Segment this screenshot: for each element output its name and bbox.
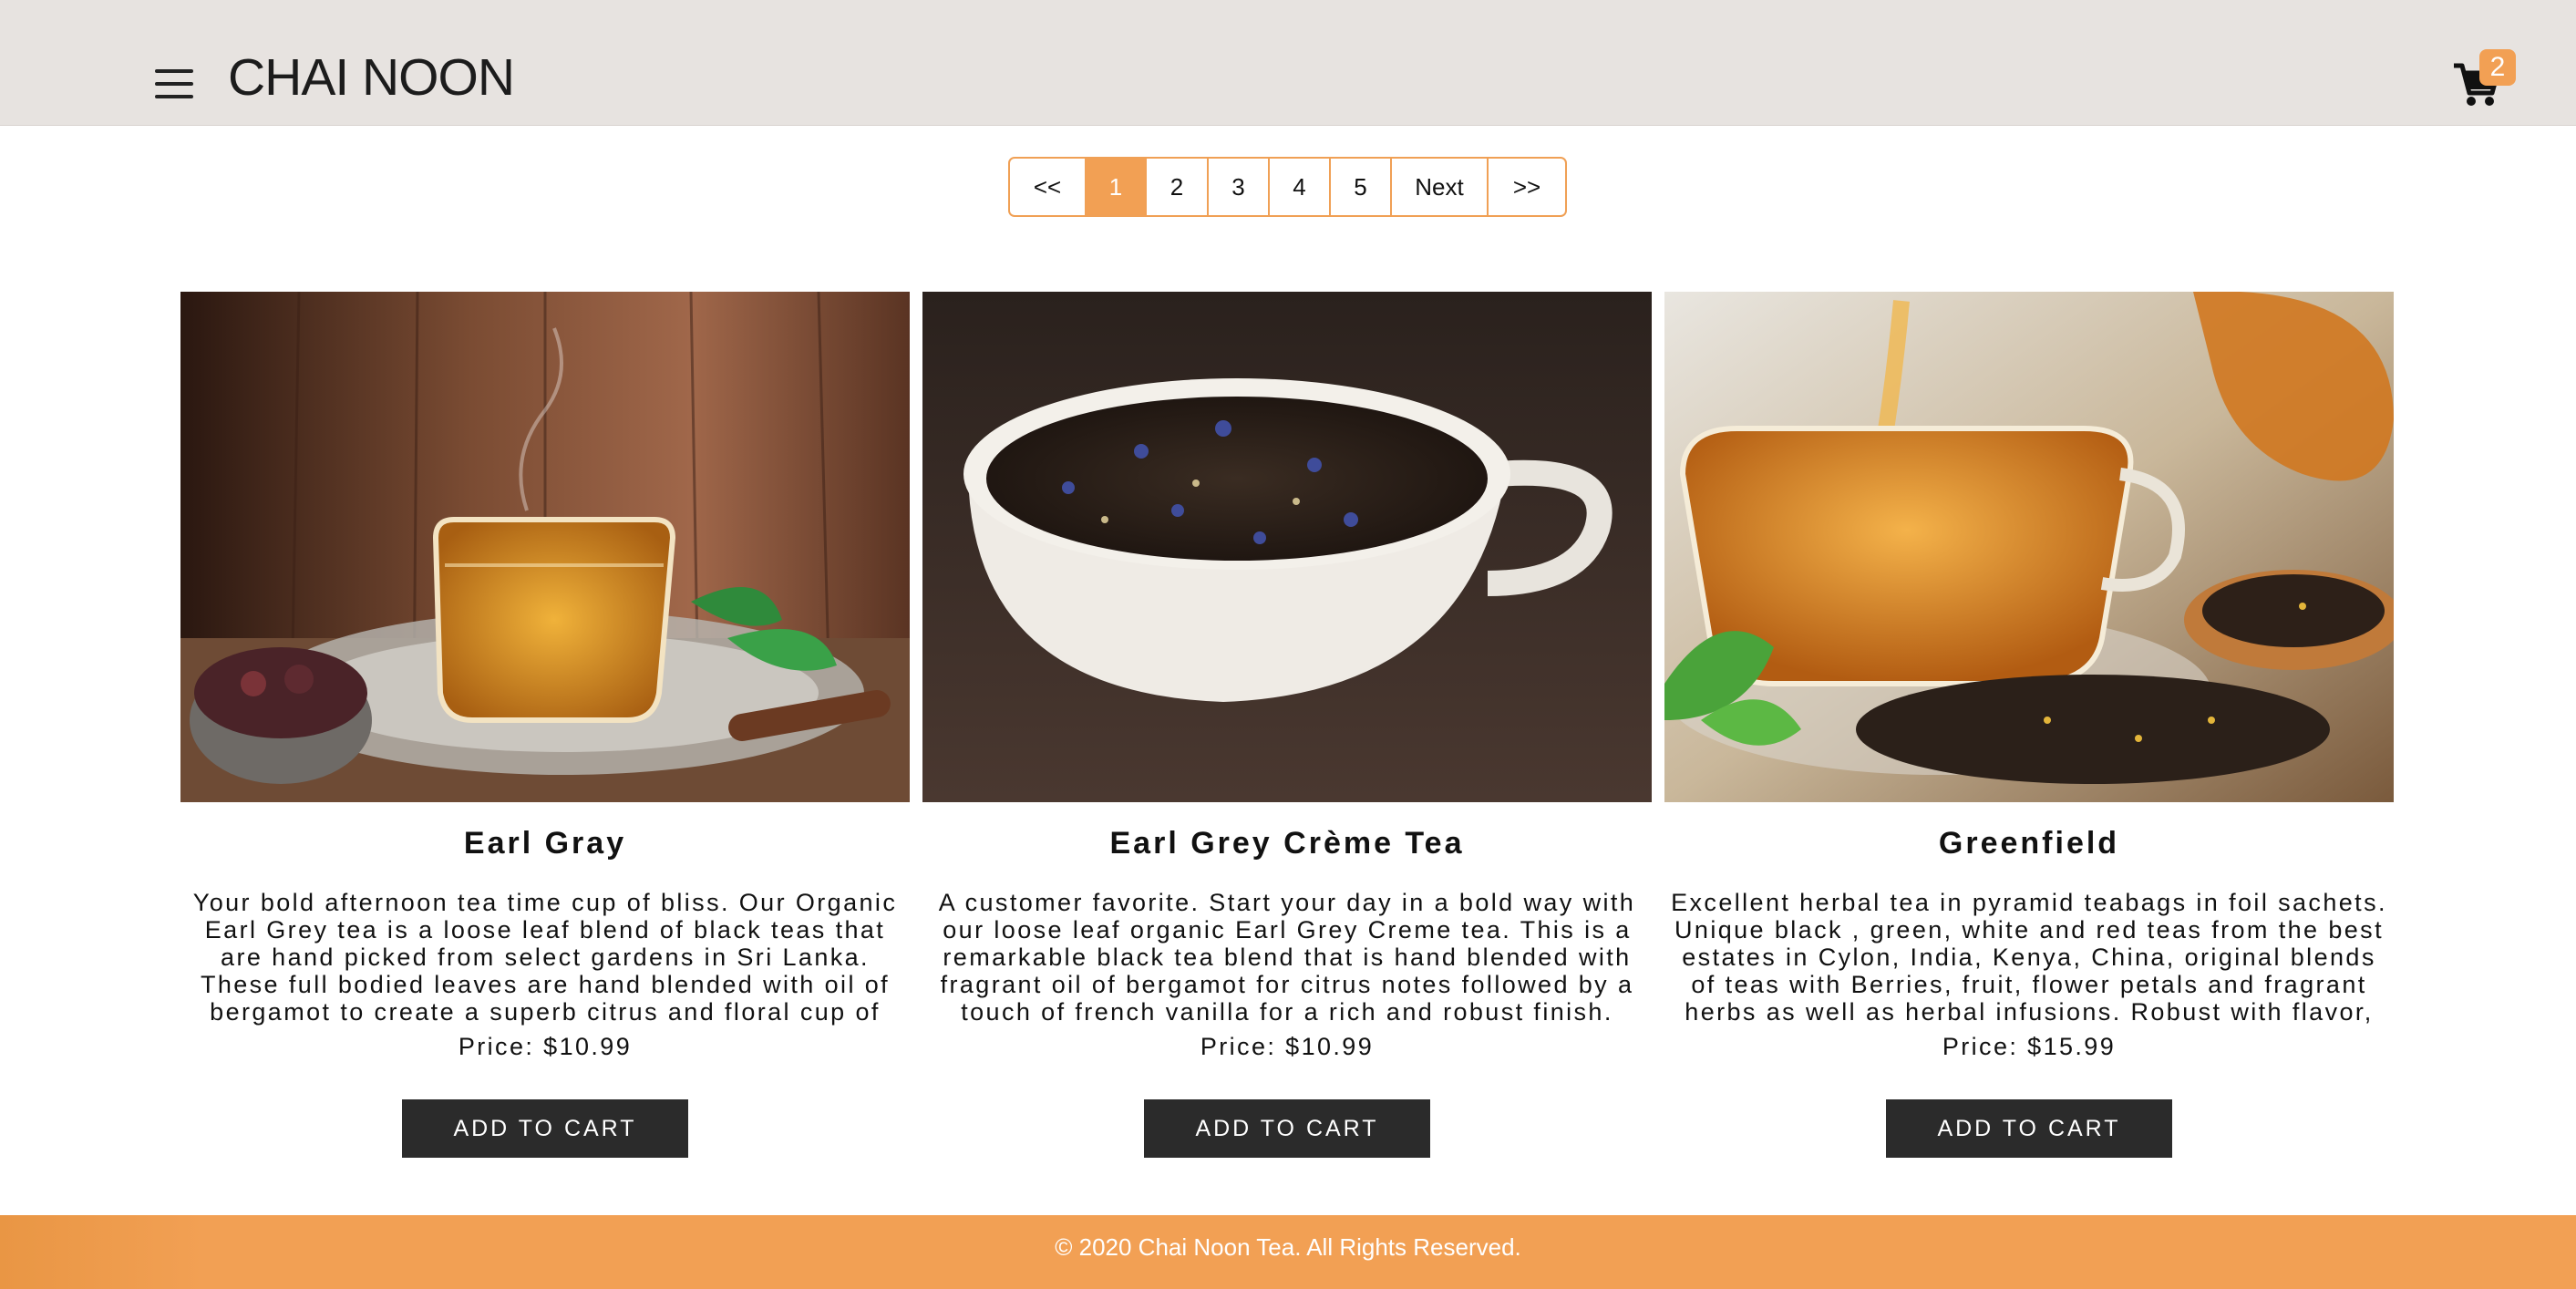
page-last-button[interactable]: >> bbox=[1489, 159, 1565, 215]
product-card: Greenfield Excellent herbal tea in pyram… bbox=[1664, 292, 2394, 1176]
page-first-button[interactable]: << bbox=[1010, 159, 1087, 215]
product-title[interactable]: Greenfield bbox=[1664, 826, 2394, 861]
product-description: A customer favorite. Start your day in a… bbox=[938, 889, 1636, 1026]
site-header: CHAI NOON 2 bbox=[0, 0, 2576, 126]
product-title[interactable]: Earl Gray bbox=[180, 826, 910, 861]
product-image[interactable] bbox=[922, 292, 1652, 802]
add-to-cart-button[interactable]: ADD TO CART bbox=[1144, 1099, 1430, 1158]
site-logo[interactable]: CHAI NOON bbox=[228, 47, 515, 108]
product-image[interactable] bbox=[180, 292, 910, 802]
site-footer: © 2020 Chai Noon Tea. All Rights Reserve… bbox=[0, 1215, 2576, 1289]
product-price: Price: $10.99 bbox=[1200, 1033, 1375, 1060]
hamburger-menu-icon[interactable] bbox=[155, 69, 193, 98]
product-description: Excellent herbal tea in pyramid teabags … bbox=[1671, 889, 2387, 1026]
product-description: Your bold afternoon tea time cup of blis… bbox=[192, 889, 898, 1026]
product-card: Earl Gray Your bold afternoon tea time c… bbox=[180, 292, 910, 1176]
page-3-button[interactable]: 3 bbox=[1209, 159, 1270, 215]
page-1-button[interactable]: 1 bbox=[1087, 159, 1147, 215]
product-image[interactable] bbox=[1664, 292, 2394, 802]
page-next-button[interactable]: Next bbox=[1392, 159, 1489, 215]
page-4-button[interactable]: 4 bbox=[1270, 159, 1331, 215]
pagination: << 1 2 3 4 5 Next >> bbox=[1008, 157, 1567, 217]
page-2-button[interactable]: 2 bbox=[1147, 159, 1209, 215]
add-to-cart-button[interactable]: ADD TO CART bbox=[1886, 1099, 2172, 1158]
product-title[interactable]: Earl Grey Crème Tea bbox=[922, 826, 1652, 861]
add-to-cart-button[interactable]: ADD TO CART bbox=[402, 1099, 688, 1158]
product-card: Earl Grey Crème Tea A customer favorite.… bbox=[922, 292, 1652, 1176]
cart-count-badge: 2 bbox=[2479, 49, 2516, 86]
product-price: Price: $10.99 bbox=[458, 1033, 633, 1060]
copyright-text: © 2020 Chai Noon Tea. All Rights Reserve… bbox=[1055, 1233, 1521, 1261]
product-price: Price: $15.99 bbox=[1942, 1033, 2117, 1060]
page-5-button[interactable]: 5 bbox=[1331, 159, 1392, 215]
